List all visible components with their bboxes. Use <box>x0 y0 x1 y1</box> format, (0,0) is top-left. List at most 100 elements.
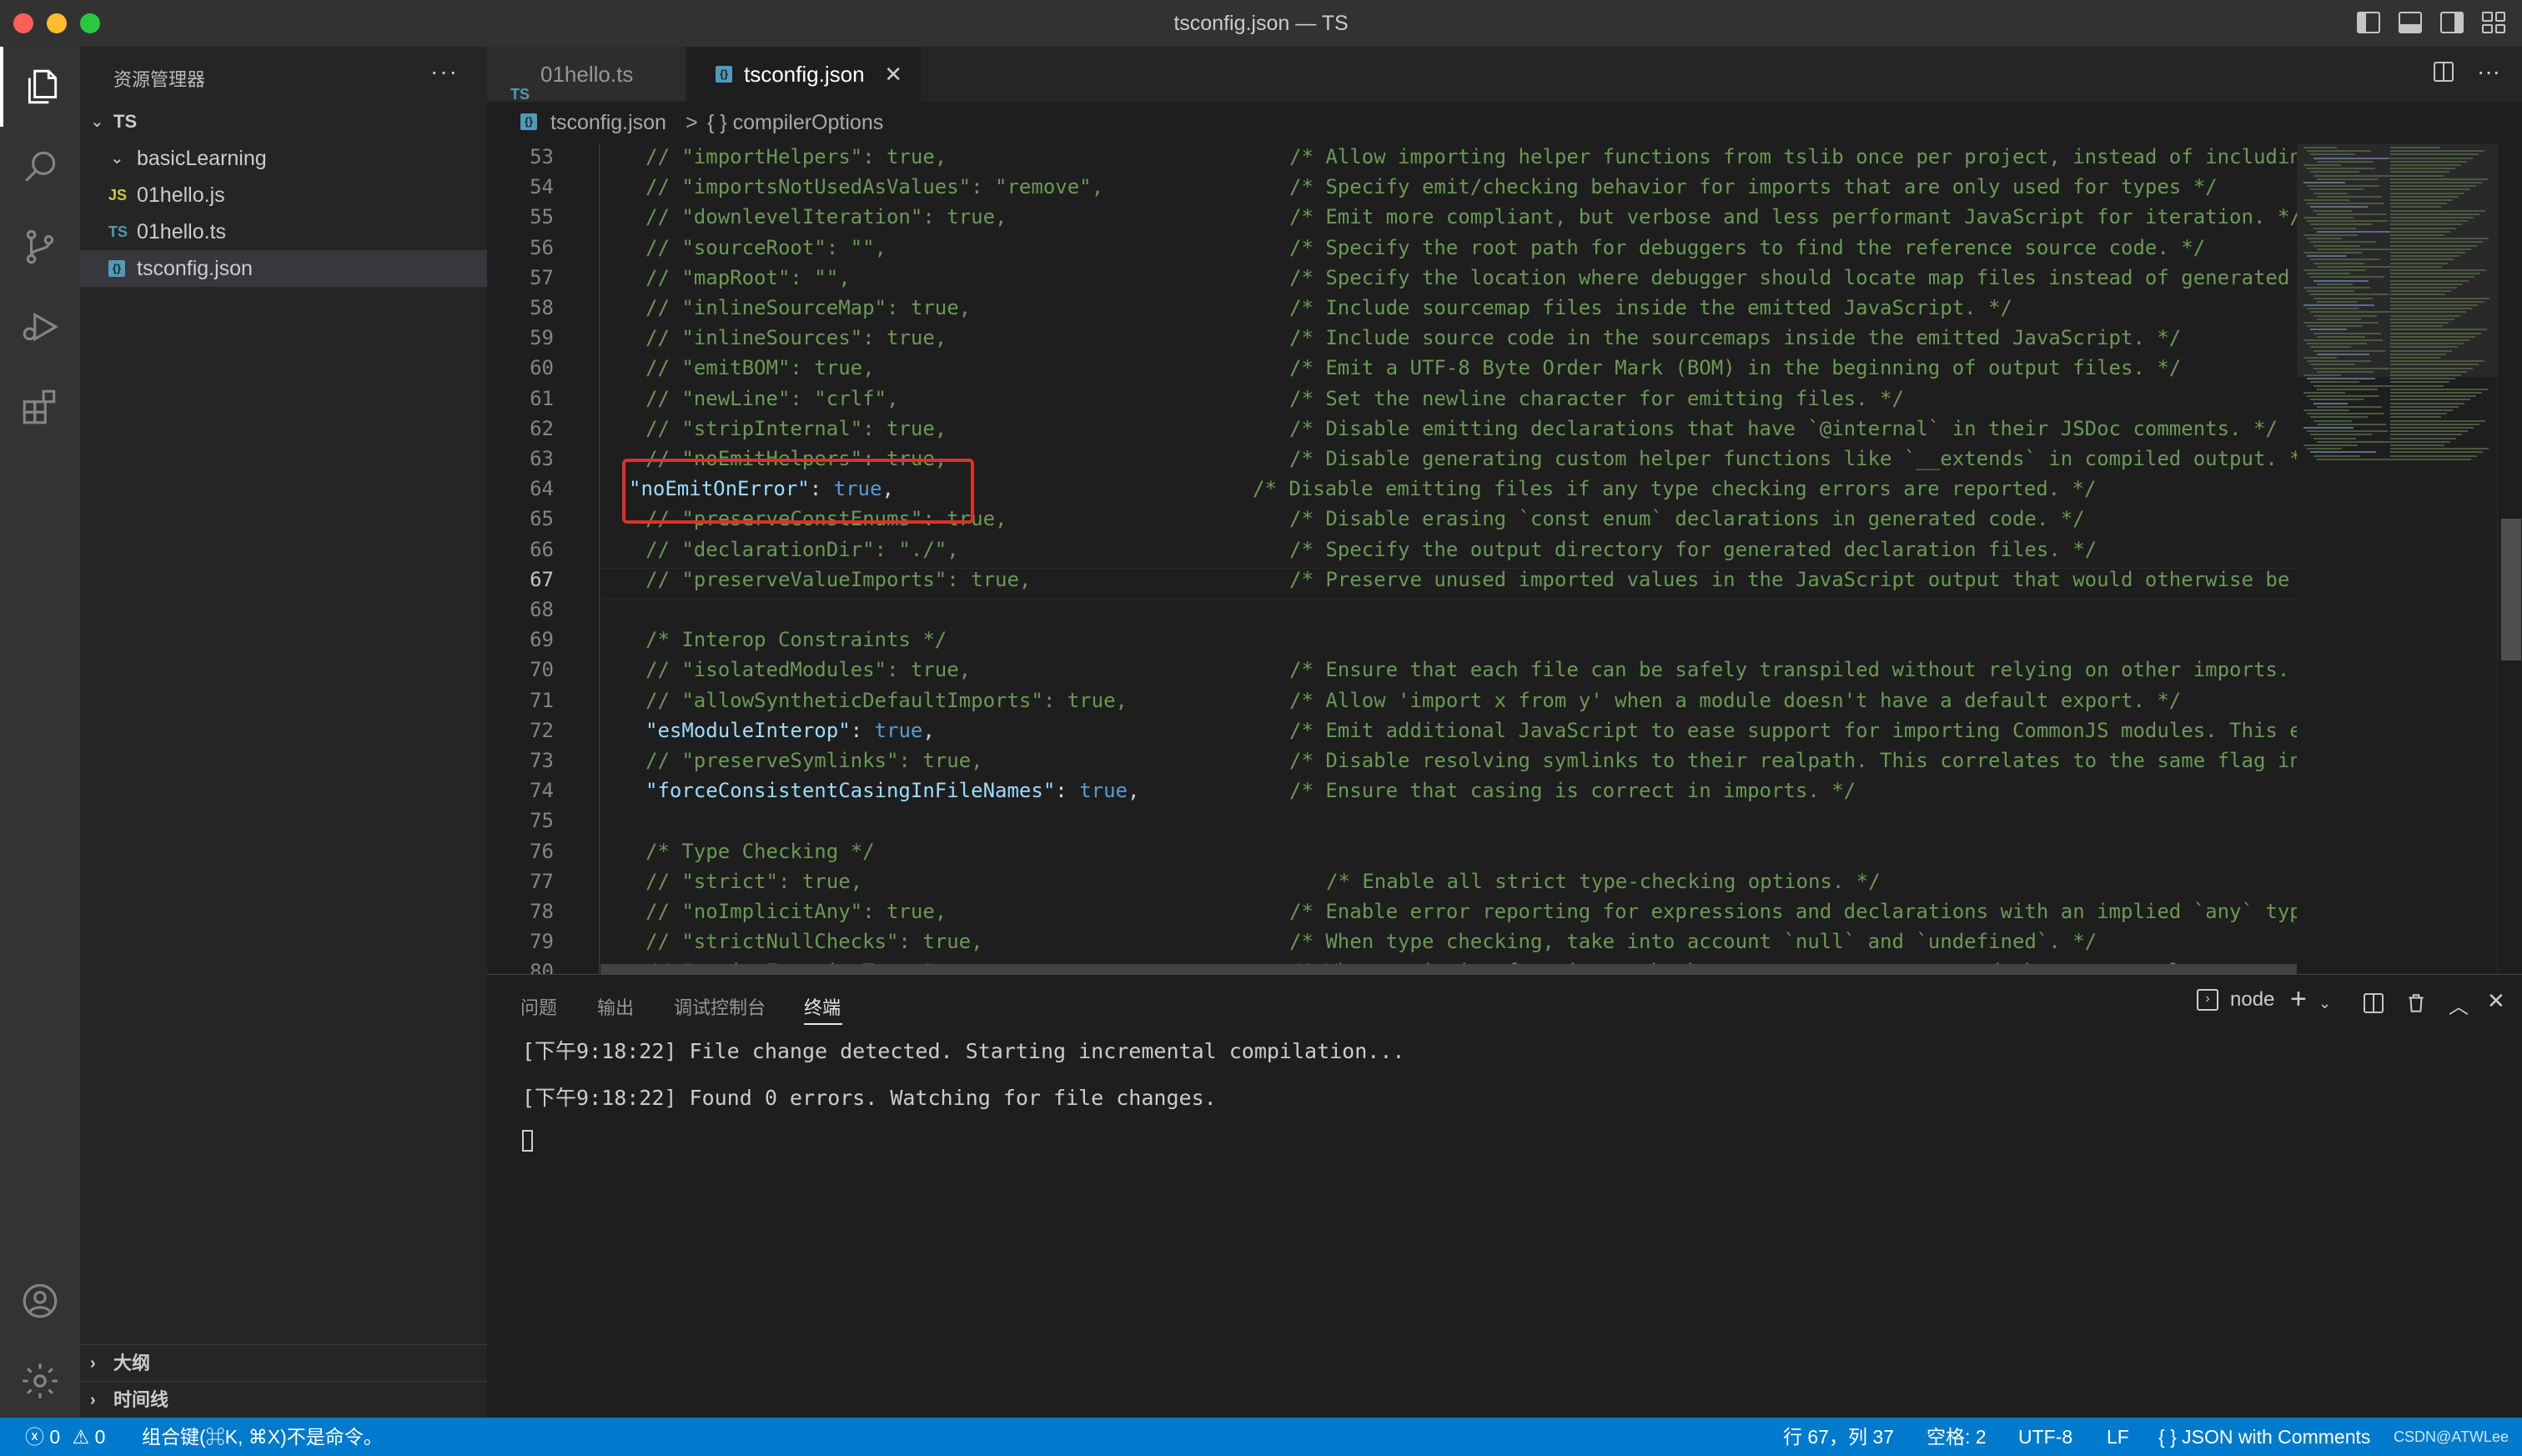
tab-terminal[interactable]: 终端 <box>804 993 841 1020</box>
tree-item-01hello-ts[interactable]: TS 01hello.ts <box>80 213 487 250</box>
tree-item-basiclearning[interactable]: ⌄ basicLearning <box>80 140 487 177</box>
minimap-line <box>2310 171 2359 173</box>
customize-layout-icon[interactable] <box>2482 12 2505 33</box>
kill-terminal-icon[interactable] <box>2405 992 2427 1015</box>
toggle-secondary-sidebar-icon[interactable] <box>2440 12 2464 33</box>
code-line: // "preserveValueImports": true, <box>646 567 1032 591</box>
extensions-icon[interactable] <box>0 367 80 447</box>
code-comment: /* When type checking, take into account… <box>1289 930 2097 954</box>
minimap-line <box>2390 265 2442 268</box>
minimap-line <box>2390 230 2450 233</box>
problems-indicator[interactable]: ⓧ 0 ⚠ 0 <box>25 1418 105 1456</box>
tab-output[interactable]: 输出 <box>597 993 634 1020</box>
minimap-line <box>2310 346 2351 349</box>
run-debug-icon[interactable] <box>0 287 80 367</box>
minimap-line <box>2390 238 2489 240</box>
tree-item-01hello-js[interactable]: JS 01hello.js <box>80 177 487 213</box>
minimap-line <box>2390 427 2474 429</box>
scrollbar-thumb[interactable] <box>2501 519 2521 660</box>
more-actions-icon[interactable]: ··· <box>2477 60 2500 83</box>
minimap-line <box>2390 262 2448 264</box>
editor-scrollbar[interactable] <box>2497 143 2522 974</box>
minimap-line <box>2317 230 2390 233</box>
code-line: "esModuleInterop": true, <box>646 719 935 742</box>
line-number: 73 <box>530 749 554 772</box>
line-number: 78 <box>530 900 554 923</box>
minimap-line <box>2310 399 2364 401</box>
line-number: 80 <box>530 960 554 974</box>
split-terminal-icon[interactable] <box>2364 993 2384 1013</box>
minimap-line <box>2390 357 2440 359</box>
minimap-line <box>2307 220 2388 223</box>
minimap-line <box>2390 308 2472 310</box>
minimap-line <box>2390 318 2454 320</box>
tab-problems[interactable]: 问题 <box>520 993 557 1020</box>
split-editor-icon[interactable] <box>2434 62 2454 82</box>
settings-gear-icon[interactable] <box>0 1341 80 1421</box>
minimap-line <box>2390 367 2473 369</box>
more-actions-icon[interactable]: ··· <box>430 58 459 85</box>
source-control-icon[interactable] <box>0 207 80 287</box>
json-file-icon: {} <box>520 113 537 130</box>
horizontal-scrollbar[interactable] <box>600 964 2297 974</box>
new-terminal-icon[interactable]: + <box>2290 983 2307 1016</box>
explorer-sidebar: 资源管理器 ··· ⌄ TS ⌄ basicLearning JS 01hell… <box>80 47 487 1418</box>
close-tab-icon[interactable]: ✕ <box>884 47 902 102</box>
minimap-line <box>2390 458 2471 460</box>
minimap-line <box>2390 419 2485 422</box>
minimap-line <box>2390 269 2486 271</box>
breadcrumb-symbol[interactable]: { } compilerOptions <box>707 102 883 143</box>
indentation[interactable]: 空格: 2 <box>1927 1418 1987 1456</box>
minimap-line <box>2307 378 2375 380</box>
language-mode[interactable]: { } JSON with Comments <box>2158 1418 2370 1456</box>
tab-tsconfig-json[interactable]: {} tsconfig.json ✕ <box>687 47 921 102</box>
minimap-line <box>2390 437 2456 439</box>
minimap-line <box>2303 269 2366 271</box>
tree-item-tsconfig-json[interactable]: {} tsconfig.json <box>80 250 487 287</box>
workspace-root[interactable]: ⌄ TS <box>80 103 487 140</box>
minimap-line <box>2390 381 2449 384</box>
minimap-line <box>2303 287 2370 289</box>
line-number: 64 <box>530 477 554 501</box>
minimap-line <box>2310 276 2384 279</box>
toggle-sidebar-icon[interactable] <box>2357 12 2380 33</box>
minimap-line <box>2390 241 2483 244</box>
minimap-line <box>2390 223 2462 226</box>
minimap-line <box>2303 234 2358 236</box>
minimap-line <box>2390 171 2449 173</box>
warning-icon: ⚠ <box>72 1426 90 1448</box>
language-label: JSON with Comments <box>2182 1426 2371 1448</box>
terminal-selector[interactable]: › node <box>2197 988 2274 1012</box>
minimap[interactable] <box>2297 143 2497 974</box>
minimap-line <box>2390 311 2466 314</box>
account-icon[interactable] <box>0 1261 80 1341</box>
outline-section[interactable]: › 大纲 <box>80 1344 487 1382</box>
minimap-line <box>2314 297 2373 299</box>
code-token: true <box>874 718 923 742</box>
timeline-section[interactable]: › 时间线 <box>80 1381 487 1418</box>
line-number: 54 <box>530 175 554 199</box>
cursor-position[interactable]: 行 67，列 37 <box>1783 1418 1894 1456</box>
encoding[interactable]: UTF-8 <box>2018 1418 2072 1456</box>
terminal-shell-name: node <box>2230 988 2275 1011</box>
breadcrumb-file[interactable]: tsconfig.json <box>550 102 666 143</box>
line-number: 74 <box>530 779 554 803</box>
terminal-cursor <box>522 1130 533 1152</box>
chevron-down-icon[interactable]: ⌄ <box>2319 995 2331 1012</box>
end-of-line[interactable]: LF <box>2107 1418 2129 1456</box>
toggle-panel-icon[interactable] <box>2399 12 2422 33</box>
minimap-line <box>2303 322 2379 324</box>
explorer-icon[interactable] <box>0 47 80 127</box>
close-panel-icon[interactable]: ✕ <box>2487 988 2505 1014</box>
tab-01hello-ts[interactable]: TS 01hello.ts <box>487 47 686 103</box>
minimap-line <box>2307 290 2354 293</box>
code-comment: /* Preserve unused imported values in th… <box>1289 567 2290 591</box>
minimap-line <box>2303 164 2341 166</box>
search-icon[interactable] <box>0 127 80 207</box>
minimap-line <box>2310 259 2380 261</box>
maximize-panel-icon[interactable]: ︿ <box>2449 990 2469 1019</box>
code-line: "forceConsistentCasingInFileNames": true… <box>646 779 1139 802</box>
code-editor[interactable]: 53 // "importHelpers": true, /* Allow impo… <box>487 143 2297 974</box>
tab-debug-console[interactable]: 调试控制台 <box>674 993 766 1020</box>
minimap-line <box>2390 188 2470 191</box>
